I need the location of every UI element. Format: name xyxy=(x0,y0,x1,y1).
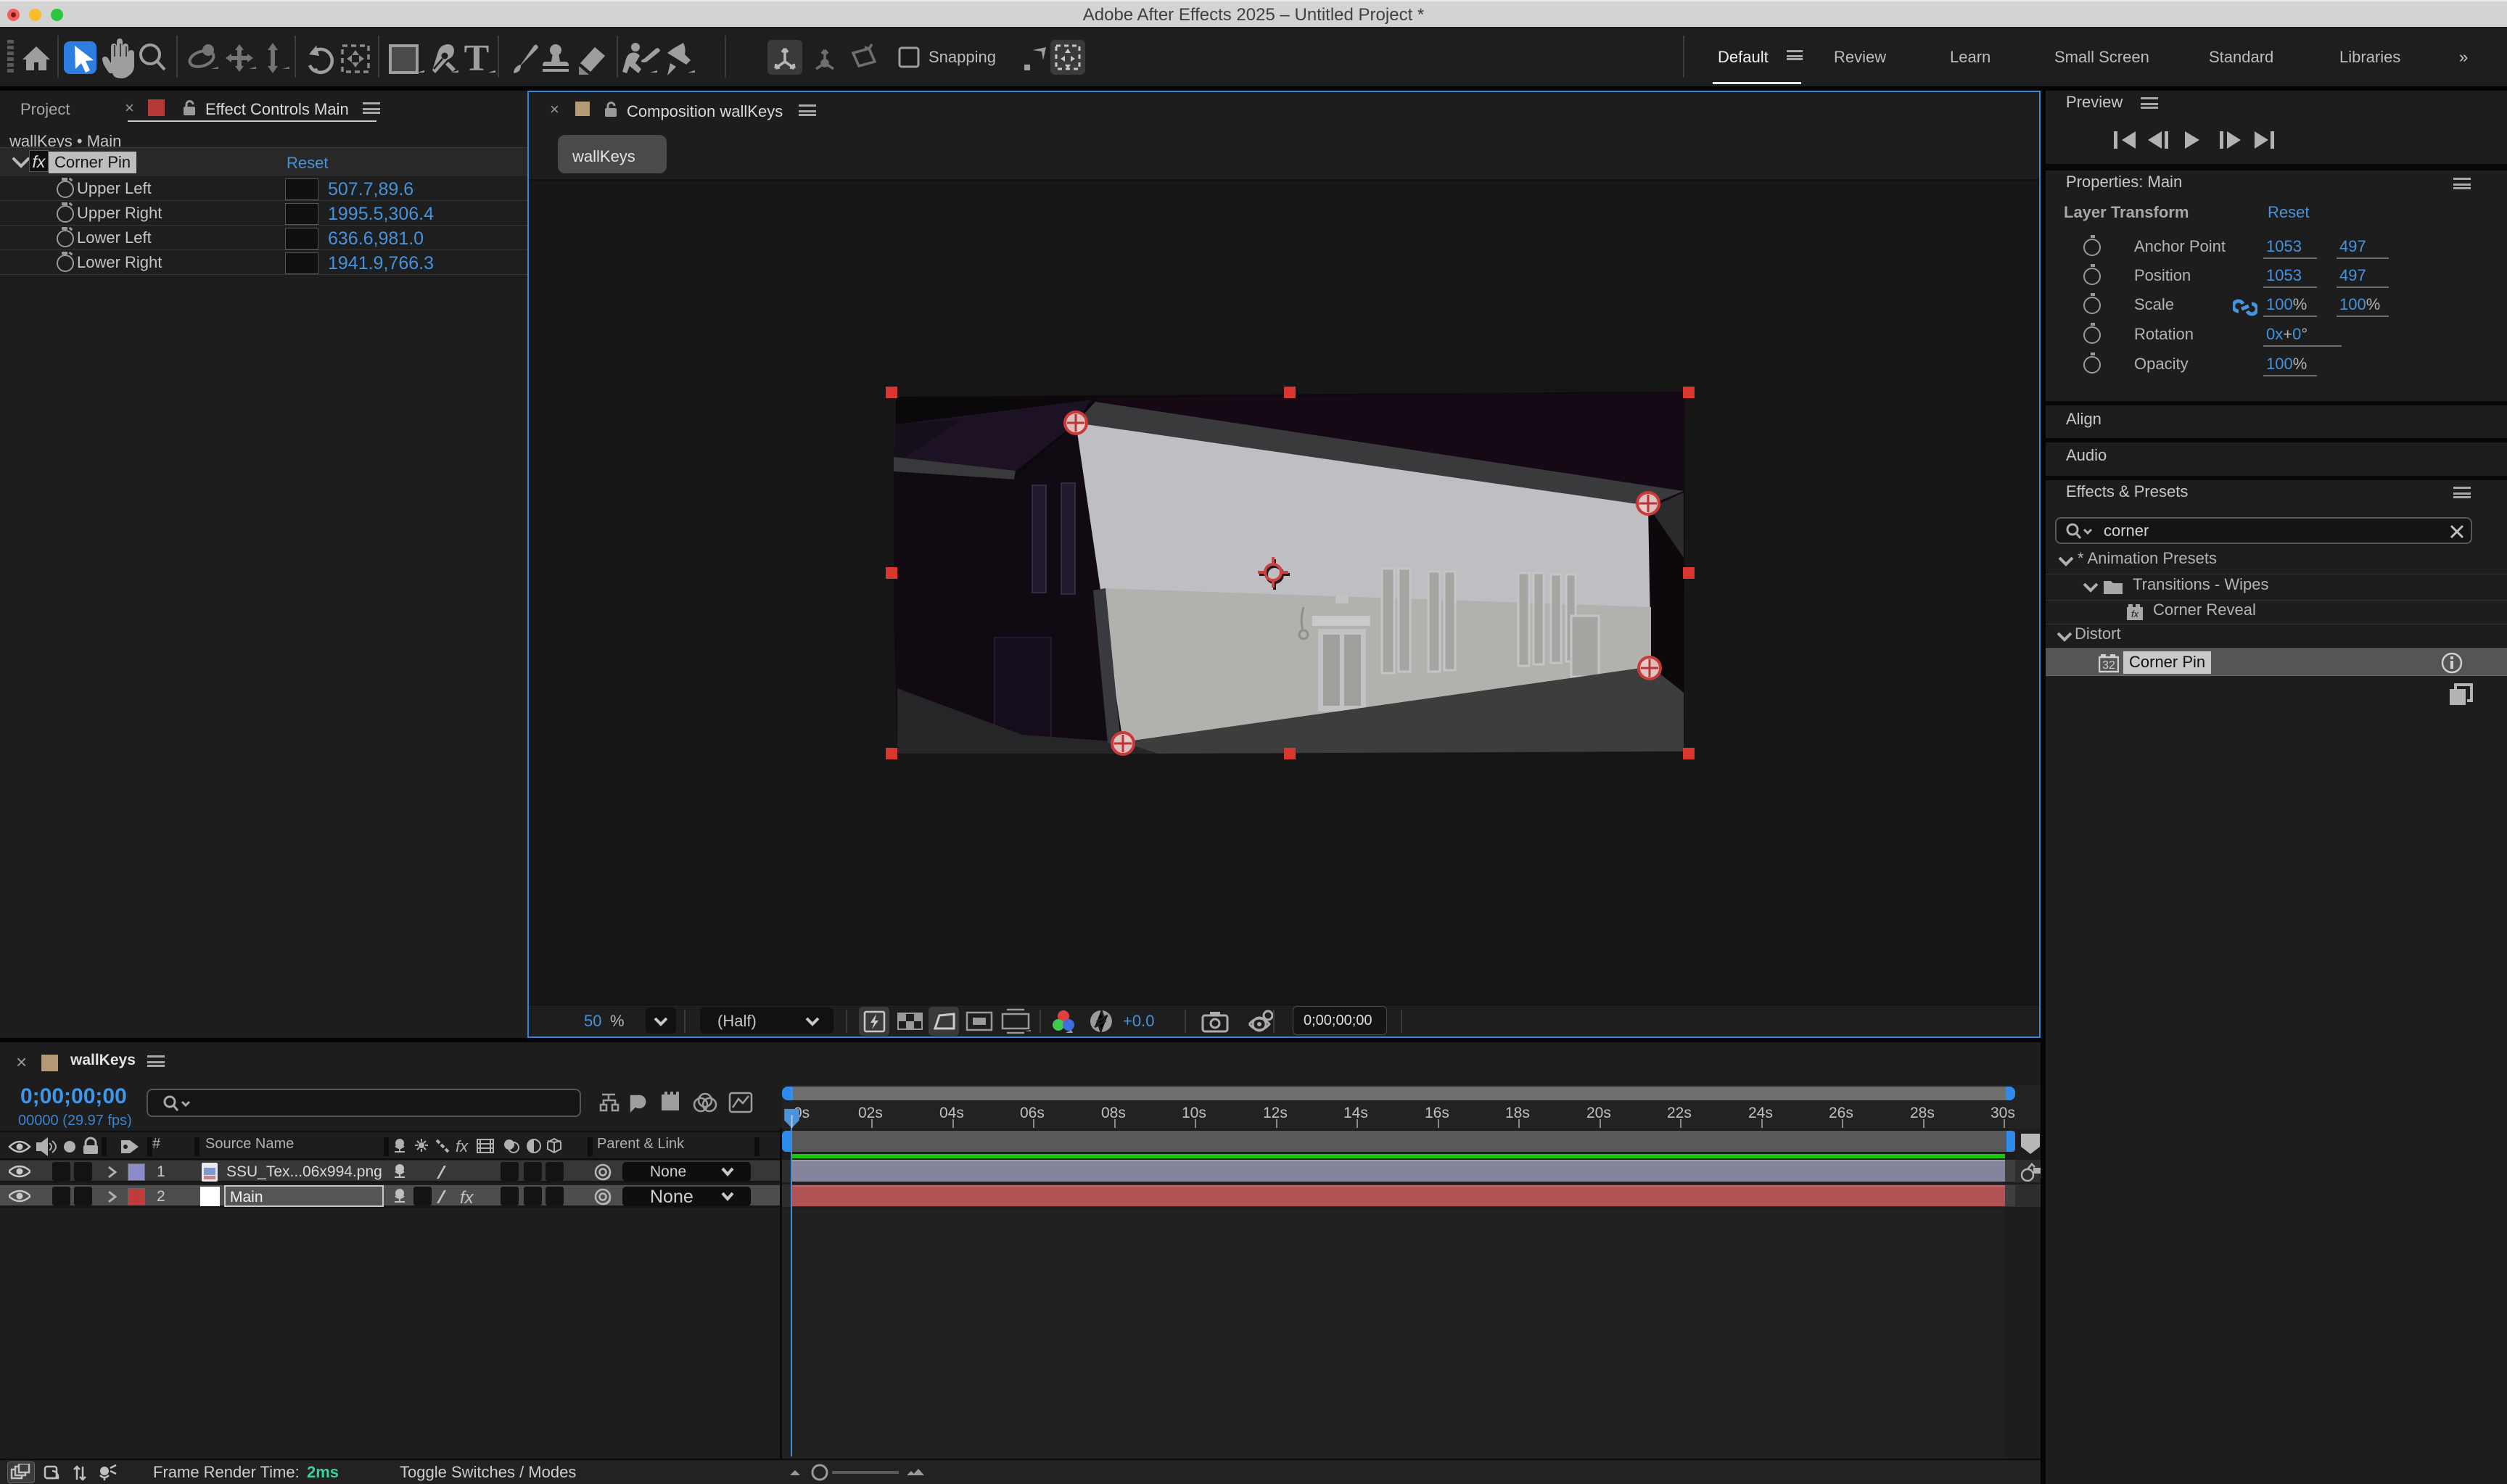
svg-text:T: T xyxy=(464,38,490,79)
svg-text:fx: fx xyxy=(460,1188,474,1206)
svg-text:fx: fx xyxy=(2131,609,2139,619)
svg-text:32: 32 xyxy=(2102,659,2115,672)
svg-text:fx: fx xyxy=(456,1137,469,1155)
